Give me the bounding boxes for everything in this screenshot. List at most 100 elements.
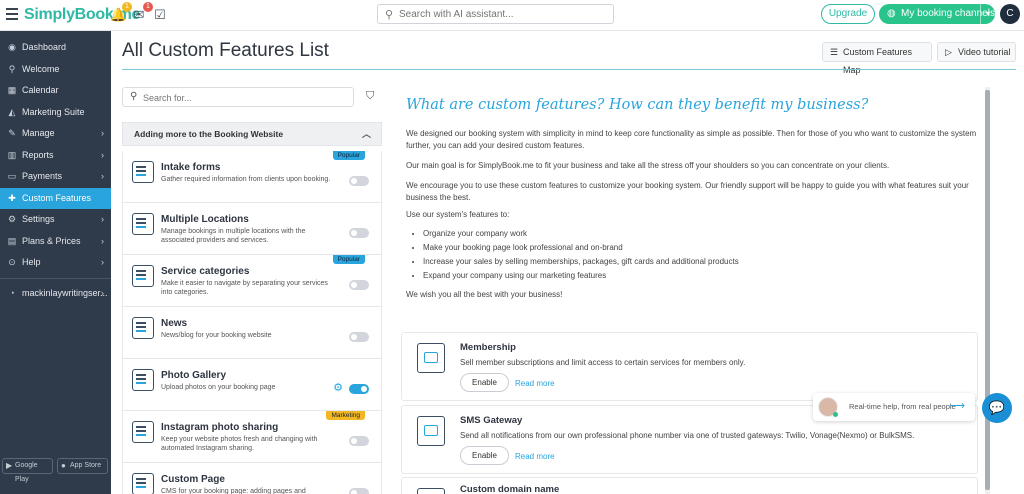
feature-description: Keep your website photos fresh and chang… [161, 436, 318, 452]
sidebar-account[interactable]: ◔ mackinlaywritingser... › [0, 283, 111, 305]
benefits-list: Organize your company work Make your boo… [416, 228, 739, 284]
avatar[interactable]: C [1000, 4, 1020, 24]
play-icon: ▶ [6, 461, 13, 470]
sidebar-item-label: Help [22, 257, 41, 267]
feature-icon [132, 317, 154, 339]
feature-toggle[interactable] [349, 280, 369, 290]
card-icon: ▭ [7, 171, 17, 181]
gear-icon[interactable]: ⚙ [333, 381, 343, 394]
video-tutorial-button[interactable]: ▷ Video tutorial [937, 42, 1016, 62]
feature-icon [132, 161, 154, 183]
feature-toggle[interactable] [349, 176, 369, 186]
sidebar-item-label: Calendar [22, 85, 59, 95]
feature-title: Custom Page [161, 474, 225, 485]
sidebar-item-marketing-suite[interactable]: ◭ Marketing Suite [0, 102, 111, 124]
chart-icon: ▥ [7, 149, 17, 160]
feature-item[interactable]: Instagram photo sharing Keep your website… [123, 411, 381, 463]
chevron-right-icon: › [101, 171, 104, 181]
feature-icon [132, 421, 154, 443]
chat-prompt[interactable]: Real-time help, from real people ⟶ [813, 393, 975, 421]
play-icon: ▷ [945, 47, 952, 57]
info-paragraph: We wish you all the best with your busin… [406, 290, 563, 299]
feature-item[interactable]: Multiple Locations Manage bookings in mul… [123, 203, 381, 255]
chevron-right-icon: › [101, 214, 104, 224]
apple-icon: ● [61, 461, 66, 470]
chevron-right-icon: › [101, 149, 104, 160]
sidebar-item-calendar[interactable]: ▦ Calendar [0, 80, 111, 102]
sidebar-item-help[interactable]: ⊙ Help › [0, 252, 111, 274]
feature-item[interactable]: Intake forms Gather required information … [123, 151, 381, 203]
sidebar-item-custom-features[interactable]: ✚ Custom Features [0, 187, 111, 209]
map-icon: ☰ [830, 47, 839, 57]
chat-icon: 💬 [988, 400, 1006, 415]
list-item: Expand your company using our marketing … [423, 270, 739, 284]
ai-search-input[interactable] [399, 7, 609, 21]
custom-features-map-button[interactable]: ☰ Custom Features Map [822, 42, 932, 75]
sidebar-item-dashboard[interactable]: ◉ Dashboard [0, 37, 111, 59]
feature-title: News [161, 318, 188, 329]
card-description: Send all notifications from our own prof… [460, 431, 915, 440]
globe-icon: ◍ [887, 8, 896, 19]
feature-toggle[interactable] [349, 436, 369, 446]
globe-icon [417, 488, 445, 494]
feature-icon [132, 369, 154, 391]
menu-icon[interactable] [6, 8, 18, 20]
sidebar-item-payments[interactable]: ▭ Payments › [0, 166, 111, 188]
support-avatar [818, 397, 838, 417]
bell-icon[interactable]: 🔔 1 [110, 2, 132, 23]
sidebar-item-reports[interactable]: ▥ Reports › [0, 145, 111, 167]
app-store-button[interactable]: ● App Store [57, 458, 108, 474]
feature-item[interactable]: News News/blog for your booking website [123, 307, 381, 359]
chevron-right-icon: › [101, 287, 104, 298]
list-item: Organize your company work [423, 228, 739, 242]
read-more-link[interactable]: Read more [515, 379, 555, 388]
megaphone-icon: ◭ [8, 106, 16, 117]
scrollbar[interactable] [985, 87, 990, 494]
chevron-up-icon[interactable]: ︿ [362, 123, 371, 145]
filter-icon[interactable]: ⛉ [366, 90, 374, 103]
dashboard-icon: ◉ [8, 42, 16, 52]
booking-channels-button[interactable]: ◍ My booking channels ▾ [879, 4, 995, 24]
chat-button[interactable]: 💬 [982, 393, 1012, 423]
sidebar-item-label: Settings [22, 214, 55, 224]
feature-title: Intake forms [161, 162, 221, 173]
feature-description: News/blog for your booking website [161, 332, 272, 339]
feature-description: Gather required information from clients… [161, 176, 331, 183]
app-store-links: ▶ Google Play ● App Store [2, 458, 110, 483]
feature-item[interactable]: Custom Page CMS for your booking page: ad… [123, 463, 381, 494]
google-play-button[interactable]: ▶ Google Play [2, 458, 53, 483]
scrollbar-thumb[interactable] [985, 90, 990, 490]
feature-item[interactable]: Service categories Make it easier to navi… [123, 255, 381, 307]
feature-toggle[interactable] [349, 228, 369, 238]
sidebar-item-manage[interactable]: ✎ Manage › [0, 123, 111, 145]
sidebar-item-label: Welcome [22, 63, 60, 74]
arrow-right-icon: ⟶ [949, 400, 965, 412]
chevron-down-icon[interactable]: ▾ [980, 4, 995, 24]
upgrade-button[interactable]: Upgrade [821, 4, 875, 24]
page-title: All Custom Features List [122, 40, 329, 61]
sidebar-item-plans-prices[interactable]: ▤ Plans & Prices › [0, 231, 111, 253]
enable-button[interactable]: Enable [460, 373, 509, 392]
feature-group-header[interactable]: Adding more to the Booking Website ︿ [122, 122, 382, 146]
feature-search-input[interactable] [143, 91, 343, 104]
sidebar-item-welcome[interactable]: ⚲ Welcome [0, 59, 111, 81]
read-more-link[interactable]: Read more [515, 452, 555, 461]
sidebar-item-label: Custom Features [22, 192, 92, 203]
envelope-icon[interactable]: ✉ 1 [131, 2, 153, 23]
sidebar-item-settings[interactable]: ⚙ Settings › [0, 209, 111, 231]
feature-toggle[interactable] [349, 488, 369, 494]
gear-icon: ⚙ [7, 214, 17, 224]
pencil-icon: ✎ [8, 128, 16, 138]
calendar-check-icon[interactable]: ☑ [152, 7, 168, 23]
feature-item[interactable]: Photo Gallery Upload photos on your booki… [123, 359, 381, 411]
feature-toggle[interactable] [349, 384, 369, 394]
feature-badge: Marketing [326, 411, 365, 420]
feature-group-title: Adding more to the Booking Website [134, 129, 284, 139]
feature-toggle[interactable] [349, 332, 369, 342]
enable-button[interactable]: Enable [460, 446, 509, 465]
feature-icon [132, 473, 154, 494]
list-item: Increase your sales by selling membershi… [423, 256, 739, 270]
feature-icon [132, 213, 154, 235]
info-paragraph: We encourage you to use these custom fea… [406, 181, 969, 202]
chevron-right-icon: › [101, 128, 104, 138]
